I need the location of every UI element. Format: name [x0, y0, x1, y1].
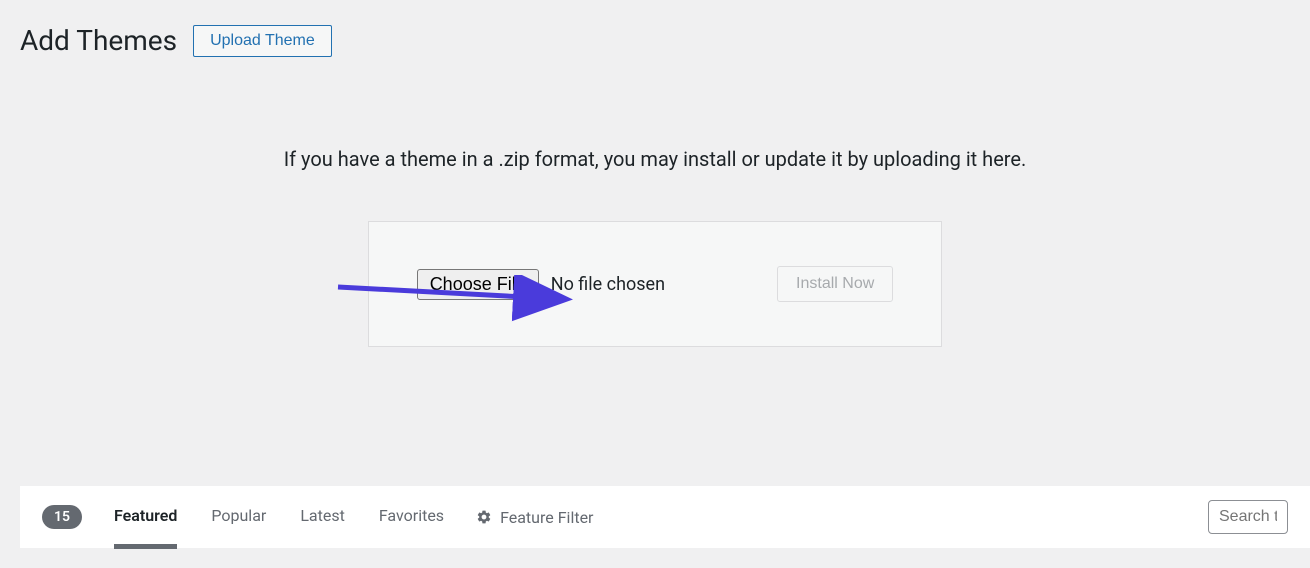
upload-theme-button[interactable]: Upload Theme — [193, 25, 332, 57]
upload-box: Choose File No file chosen Install Now — [368, 221, 943, 347]
upload-help-text: If you have a theme in a .zip format, yo… — [0, 147, 1310, 171]
manual-upload-area: If you have a theme in a .zip format, yo… — [0, 147, 1310, 347]
search-container — [1208, 500, 1288, 534]
no-file-chosen-text: No file chosen — [551, 274, 665, 295]
tab-latest[interactable]: Latest — [298, 506, 347, 529]
theme-count-badge: 15 — [42, 505, 82, 529]
tab-popular[interactable]: Popular — [209, 506, 268, 529]
filter-bar: 15 Featured Popular Latest Favorites Fea… — [20, 486, 1310, 548]
page-title: Add Themes — [20, 24, 177, 57]
header-row: Add Themes Upload Theme — [0, 0, 1310, 57]
feature-filter-button[interactable]: Feature Filter — [476, 508, 593, 527]
tab-favorites[interactable]: Favorites — [377, 506, 446, 529]
gear-icon — [476, 509, 492, 525]
install-now-button[interactable]: Install Now — [777, 266, 893, 302]
search-input[interactable] — [1208, 500, 1288, 534]
tab-featured[interactable]: Featured — [112, 506, 179, 529]
feature-filter-label: Feature Filter — [500, 508, 593, 527]
choose-file-button[interactable]: Choose File — [417, 269, 539, 300]
